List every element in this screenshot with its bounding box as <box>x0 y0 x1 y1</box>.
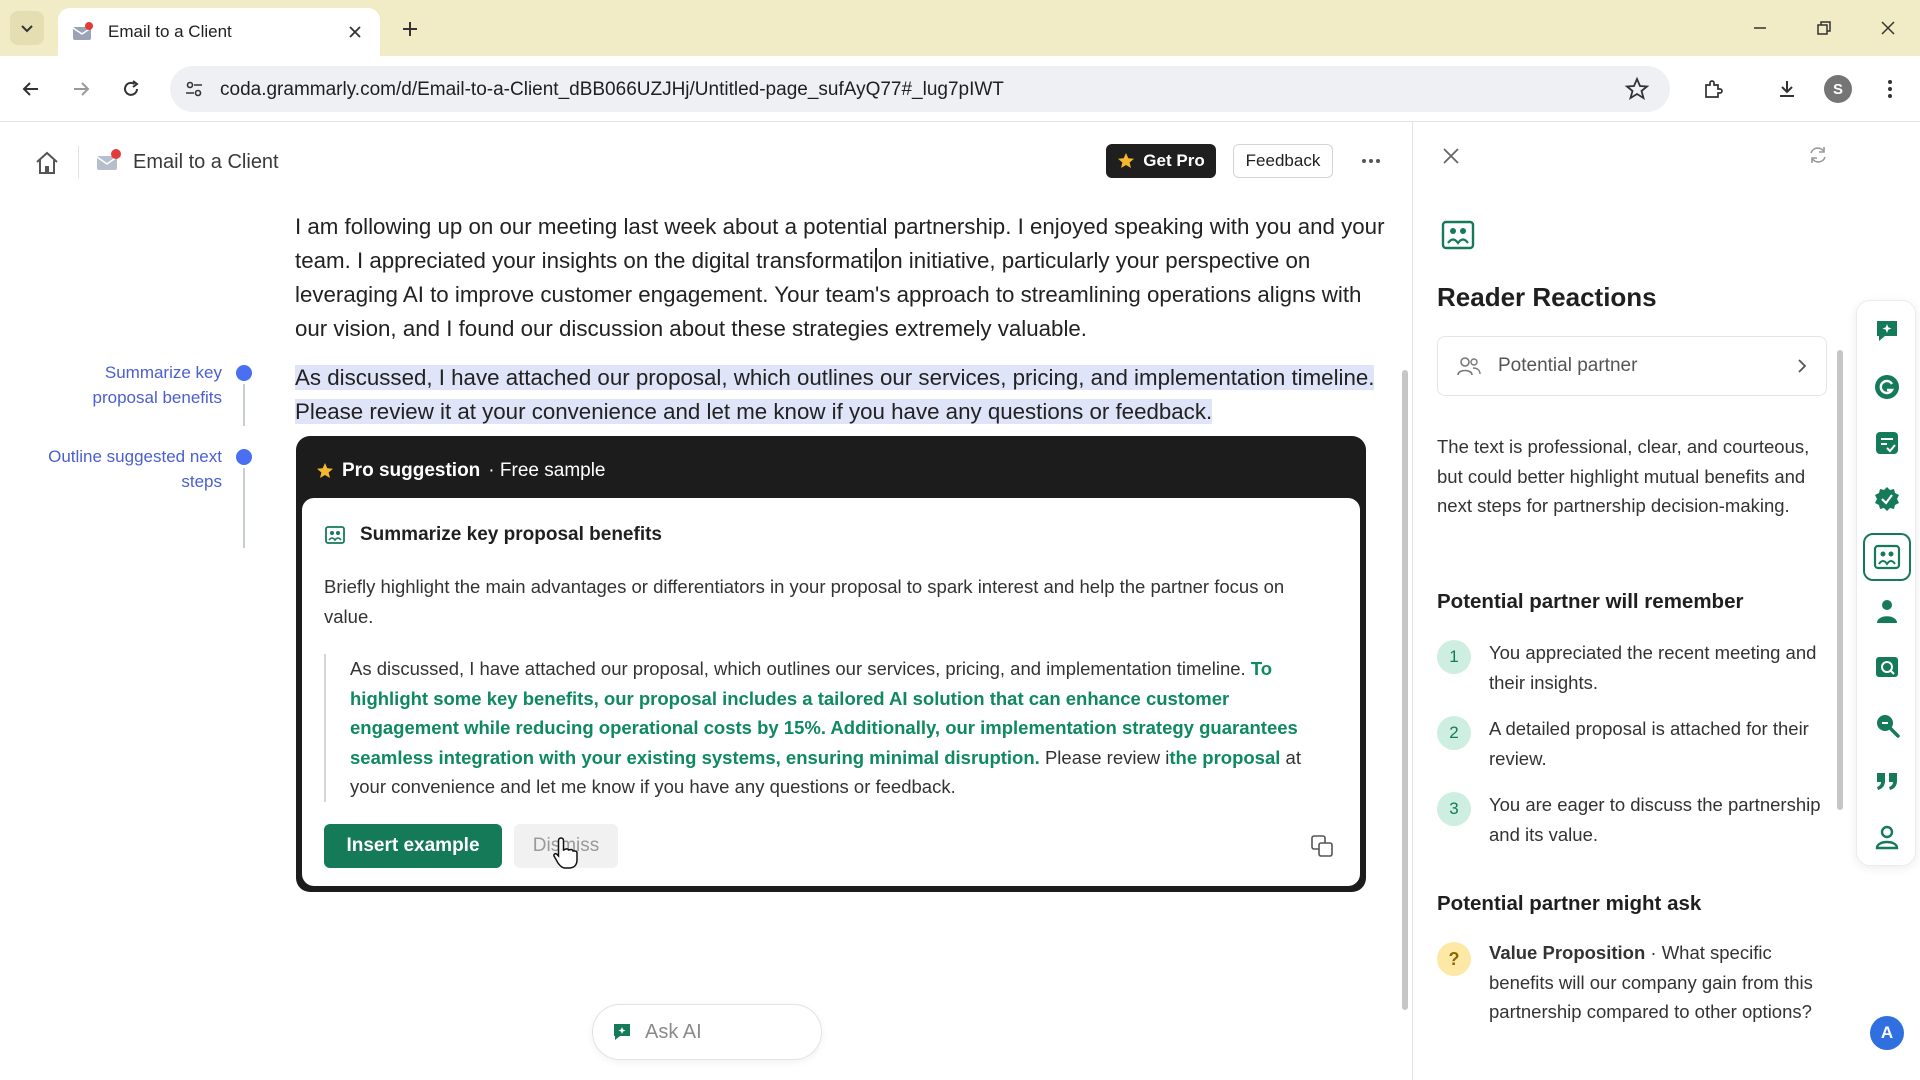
quote-icon[interactable] <box>1873 767 1901 795</box>
reader-reactions-icon[interactable] <box>1873 543 1901 571</box>
header-divider <box>78 146 79 178</box>
tab-title: Email to a Client <box>108 22 232 41</box>
insert-example-button[interactable]: Insert example <box>324 824 502 868</box>
outline-connector <box>243 384 245 426</box>
url-text: coda.grammarly.com/d/Email-to-a-Client_d… <box>220 79 1004 100</box>
panel-scrollbar[interactable] <box>1837 350 1843 810</box>
minimize-icon[interactable] <box>1740 12 1780 44</box>
feedback-button[interactable]: Feedback <box>1233 144 1333 178</box>
envelope-favicon-icon <box>72 21 94 43</box>
remember-number: 2 <box>1437 716 1471 750</box>
close-tab-icon[interactable] <box>344 21 366 43</box>
browser-toolbar: coda.grammarly.com/d/Email-to-a-Client_d… <box>0 56 1920 122</box>
magnifier-icon[interactable] <box>1873 711 1901 739</box>
download-icon[interactable] <box>1770 72 1804 106</box>
profile-avatar[interactable]: S <box>1821 72 1855 106</box>
ask-ai-label: Ask AI <box>645 1020 702 1043</box>
reader-reactions-panel: Reader Reactions Potential partner The t… <box>1412 122 1854 1080</box>
address-bar[interactable]: coda.grammarly.com/d/Email-to-a-Client_d… <box>170 66 1670 112</box>
chevron-down-icon <box>21 25 33 33</box>
hand-cursor-icon <box>552 836 580 870</box>
star-icon <box>1118 153 1135 168</box>
grammarly-tool-rail <box>1856 300 1916 866</box>
pro-suggestion-card: Pro suggestion · Free sample Summarize k… <box>296 436 1366 892</box>
get-pro-button[interactable]: Get Pro <box>1106 144 1216 178</box>
remember-item: You appreciated the recent meeting and t… <box>1489 642 1817 693</box>
persona-selector[interactable]: Potential partner <box>1437 336 1827 396</box>
close-window-icon[interactable] <box>1868 12 1908 44</box>
person-icon[interactable] <box>1873 597 1901 625</box>
reaction-summary: The text is professional, clear, and cou… <box>1437 436 1810 516</box>
home-icon[interactable] <box>34 150 60 176</box>
copy-icon[interactable] <box>1310 834 1334 858</box>
doc-header: Email to a Client Get Pro Feedback <box>0 122 1412 202</box>
bookmark-star-icon[interactable] <box>1624 76 1650 102</box>
more-options-icon[interactable] <box>1356 148 1386 174</box>
reload-icon[interactable] <box>114 72 148 106</box>
suggestion-example: As discussed, I have attached our propos… <box>324 654 1334 802</box>
extensions-puzzle-icon[interactable] <box>1696 72 1730 106</box>
suggestion-header-rest: · Free sample <box>488 460 606 481</box>
new-tab-icon[interactable] <box>396 15 424 43</box>
outline-dot <box>236 449 252 465</box>
forward-arrow-icon[interactable] <box>64 72 98 106</box>
suggestion-title: Summarize key proposal benefits <box>360 524 662 545</box>
browser-tab-bar: Email to a Client <box>0 0 1920 56</box>
example-text-start: As discussed, I have attached our propos… <box>350 658 1251 679</box>
people-icon <box>1457 357 1481 376</box>
panel-title: Reader Reactions <box>1437 282 1657 312</box>
chevron-right-icon <box>1798 359 1807 373</box>
refresh-icon[interactable] <box>1807 144 1829 166</box>
chat-spark-icon[interactable] <box>1873 317 1901 345</box>
text-caret <box>874 248 877 272</box>
envelope-doc-icon <box>96 148 122 172</box>
might-ask-heading: Potential partner might ask <box>1437 892 1702 915</box>
outline-connector <box>243 468 245 548</box>
account-avatar[interactable]: A <box>1870 1016 1904 1050</box>
verified-badge-icon[interactable] <box>1873 485 1901 513</box>
question-item: Value Proposition · What specific benefi… <box>1489 938 1829 1027</box>
email-paragraph-1[interactable]: I am following up on our meeting last we… <box>295 210 1395 346</box>
suggestion-header: Pro suggestion · Free sample <box>316 460 606 482</box>
tab-list-button[interactable] <box>10 11 44 45</box>
back-arrow-icon[interactable] <box>14 72 48 106</box>
person-outline-icon[interactable] <box>1873 823 1901 851</box>
suggestion-header-bold: Pro suggestion <box>342 460 481 481</box>
example-text-mid: Please review i <box>1039 746 1170 768</box>
close-panel-icon[interactable] <box>1441 146 1461 166</box>
document-check-icon[interactable] <box>1873 429 1901 457</box>
email-paragraph-2[interactable]: As discussed, I have attached our propos… <box>295 361 1395 429</box>
star-icon <box>317 463 333 478</box>
grammarly-logo-icon[interactable] <box>1873 373 1901 401</box>
reader-reactions-icon <box>324 524 346 546</box>
kebab-menu-icon[interactable] <box>1873 72 1907 106</box>
doc-title[interactable]: Email to a Client <box>133 151 279 174</box>
get-pro-label: Get Pro <box>1143 151 1205 170</box>
document-scrollbar[interactable] <box>1402 370 1408 1010</box>
ask-ai-button[interactable]: Ask AI <box>592 1004 822 1060</box>
example-inserted-text-2: the proposal <box>1169 746 1281 768</box>
question-mark-badge: ? <box>1437 942 1471 976</box>
reader-reactions-icon <box>1441 218 1475 252</box>
profile-initial: S <box>1824 75 1852 103</box>
remember-item: You are eager to discuss the partnership… <box>1489 794 1821 845</box>
restore-icon[interactable] <box>1804 12 1844 44</box>
chat-spark-icon <box>614 1024 630 1040</box>
remember-number: 3 <box>1437 792 1471 826</box>
selected-paragraph-text: As discussed, I have attached our propos… <box>295 365 1375 424</box>
browser-tab[interactable]: Email to a Client <box>58 8 380 56</box>
outline-item-next-steps[interactable]: Outline suggested next steps <box>42 444 222 494</box>
suggestion-body: Summarize key proposal benefits Briefly … <box>302 498 1360 886</box>
remember-number: 1 <box>1437 640 1471 674</box>
persona-label: Potential partner <box>1498 355 1638 376</box>
outline-item-summarize[interactable]: Summarize key proposal benefits <box>42 360 222 410</box>
remember-item: A detailed proposal is attached for thei… <box>1489 718 1809 769</box>
suggestion-description: Briefly highlight the main advantages or… <box>324 576 1285 627</box>
outline-dot <box>236 365 252 381</box>
scan-document-icon[interactable] <box>1873 653 1901 681</box>
remember-heading: Potential partner will remember <box>1437 590 1744 613</box>
question-topic: Value Proposition <box>1489 942 1646 963</box>
site-settings-icon[interactable] <box>182 77 206 101</box>
